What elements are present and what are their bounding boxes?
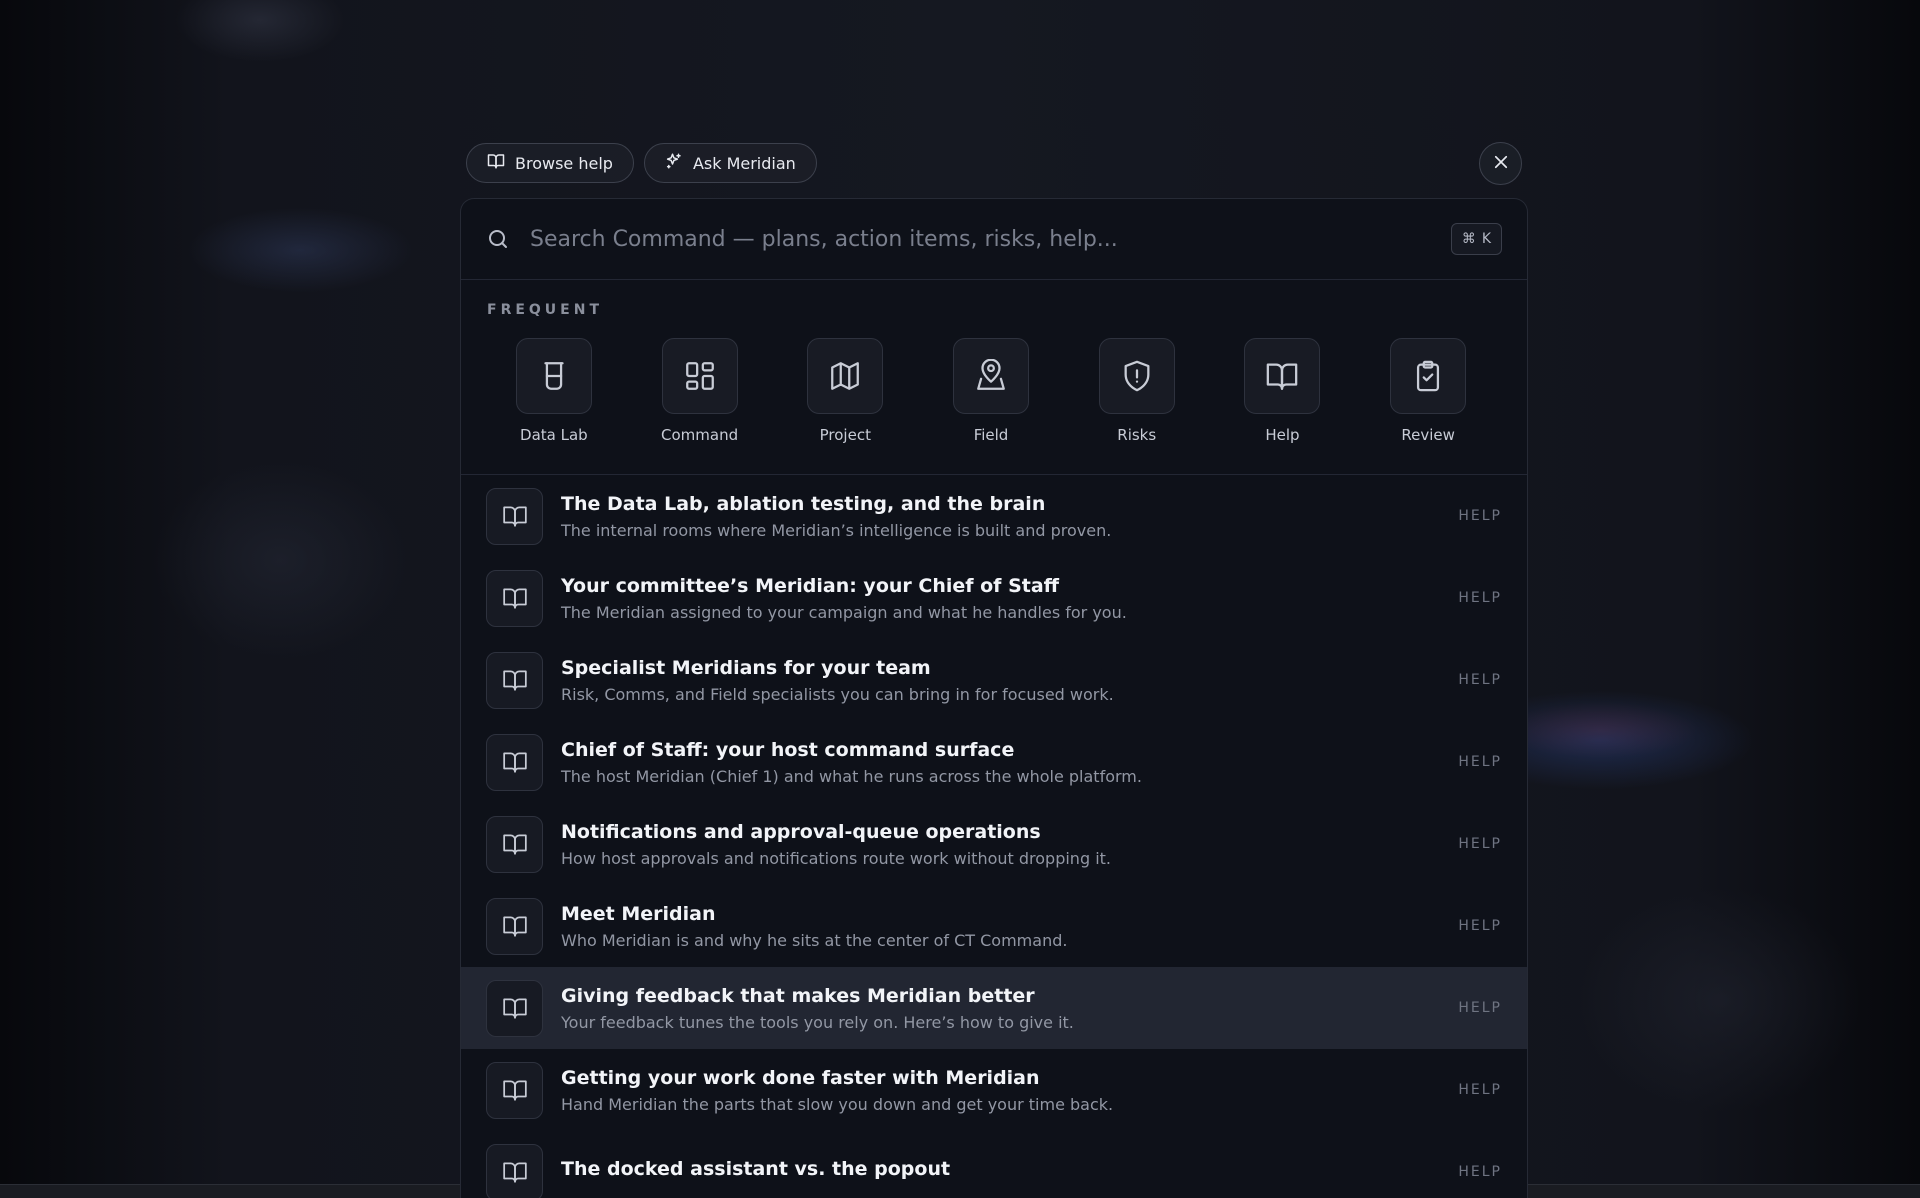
result-item[interactable]: Notifications and approval-queue operati… [461,803,1527,885]
frequent-item-command[interactable]: Command [627,338,773,444]
result-title: Your committee’s Meridian: your Chief of… [561,574,1060,597]
search-input[interactable] [530,226,1451,252]
result-type-tag: HELP [1458,836,1502,852]
frequent-item-label: Field [973,426,1009,444]
frequent-item-label: Data Lab [520,426,588,444]
result-item[interactable]: Getting your work done faster with Merid… [461,1049,1527,1131]
book-icon [487,152,505,174]
result-text: The docked assistant vs. the popout [561,1158,1458,1186]
book-icon [486,569,543,627]
keyboard-shortcut-badge: ⌘ K [1450,223,1502,255]
map-icon [807,338,884,414]
browse-help-button[interactable]: Browse help [466,143,634,183]
clipboard-check-icon [1390,338,1467,414]
frequent-section: FREQUENT Data Lab Command Project Field … [461,280,1527,475]
result-text: Giving feedback that makes Meridian bett… [561,985,1458,1032]
command-palette: ⌘ K FREQUENT Data Lab Command [460,198,1528,1198]
frequent-item-risks[interactable]: Risks [1064,338,1210,444]
frequent-grid: Data Lab Command Project Field Risks Hel… [487,338,1501,444]
frequent-item-review[interactable]: Review [1355,338,1501,444]
result-title: Meet Meridian [561,902,716,925]
result-type-tag: HELP [1458,1164,1502,1180]
result-title: Getting your work done faster with Merid… [561,1066,1040,1089]
frequent-item-label: Command [661,426,739,444]
result-type-tag: HELP [1458,1000,1502,1016]
result-title: Giving feedback that makes Meridian bett… [561,984,1035,1007]
result-text: Meet Meridian Who Meridian is and why he… [561,903,1458,950]
book-icon [1244,338,1321,414]
shield-alert-icon [1098,338,1175,414]
grid-icon [661,338,738,414]
frequent-item-field[interactable]: Field [918,338,1064,444]
result-text: The Data Lab, ablation testing, and the … [561,493,1458,540]
frequent-heading: FREQUENT [487,302,604,318]
map-pin-person-icon [953,338,1030,414]
book-icon [486,897,543,955]
search-icon [486,227,510,251]
result-subtitle: How host approvals and notifications rou… [561,848,1111,868]
result-type-tag: HELP [1458,754,1502,770]
frequent-item-label: Project [819,426,871,444]
frequent-item-label: Help [1265,426,1300,444]
close-icon [1492,153,1510,175]
result-subtitle: Who Meridian is and why he sits at the c… [561,930,1068,950]
ask-meridian-button[interactable]: Ask Meridian [643,143,817,183]
result-title: Specialist Meridians for your team [561,656,931,679]
result-subtitle: The Meridian assigned to your campaign a… [561,602,1127,622]
palette-mode-chips: Browse help Ask Meridian [466,143,817,183]
book-icon [486,815,543,873]
frequent-item-label: Review [1401,426,1455,444]
result-text: Specialist Meridians for your team Risk,… [561,657,1458,704]
beaker-icon [515,338,592,414]
result-title: The docked assistant vs. the popout [561,1158,951,1180]
frequent-item-project[interactable]: Project [772,338,918,444]
result-subtitle: The host Meridian (Chief 1) and what he … [561,766,1142,786]
book-icon [486,1061,543,1119]
frequent-item-help[interactable]: Help [1210,338,1356,444]
result-type-tag: HELP [1458,590,1502,606]
command-key-symbol: ⌘ [1461,231,1476,247]
close-button[interactable] [1479,142,1522,185]
result-subtitle: The internal rooms where Meridian’s inte… [561,520,1112,540]
result-item[interactable]: Chief of Staff: your host command surfac… [461,721,1527,803]
shortcut-key: K [1481,231,1491,247]
result-type-tag: HELP [1458,1082,1502,1098]
book-icon [486,1143,543,1198]
result-title: The Data Lab, ablation testing, and the … [561,492,1046,515]
book-icon [486,651,543,709]
result-item[interactable]: The Data Lab, ablation testing, and the … [461,475,1527,557]
frequent-item-data-lab[interactable]: Data Lab [481,338,627,444]
result-title: Notifications and approval-queue operati… [561,820,1041,843]
result-item[interactable]: Meet Meridian Who Meridian is and why he… [461,885,1527,967]
result-text: Notifications and approval-queue operati… [561,821,1458,868]
result-item[interactable]: Your committee’s Meridian: your Chief of… [461,557,1527,639]
book-icon [486,733,543,791]
result-subtitle: Your feedback tunes the tools you rely o… [561,1012,1074,1032]
book-icon [486,487,543,545]
result-subtitle: Hand Meridian the parts that slow you do… [561,1094,1114,1114]
result-item-selected[interactable]: Giving feedback that makes Meridian bett… [461,967,1527,1049]
frequent-item-label: Risks [1117,426,1157,444]
result-type-tag: HELP [1458,508,1502,524]
result-title: Chief of Staff: your host command surfac… [561,738,1015,761]
result-type-tag: HELP [1458,918,1502,934]
browse-help-label: Browse help [515,153,613,173]
search-bar: ⌘ K [461,199,1527,280]
result-text: Your committee’s Meridian: your Chief of… [561,575,1458,622]
result-text: Getting your work done faster with Merid… [561,1067,1458,1114]
result-item[interactable]: Specialist Meridians for your team Risk,… [461,639,1527,721]
ask-meridian-label: Ask Meridian [692,153,796,173]
result-text: Chief of Staff: your host command surfac… [561,739,1458,786]
result-type-tag: HELP [1458,672,1502,688]
result-item[interactable]: The docked assistant vs. the popout HELP [461,1131,1527,1198]
results-list: The Data Lab, ablation testing, and the … [461,475,1527,1198]
result-subtitle: Risk, Comms, and Field specialists you c… [561,684,1114,704]
book-icon [486,979,543,1037]
sparkles-icon [665,152,683,174]
